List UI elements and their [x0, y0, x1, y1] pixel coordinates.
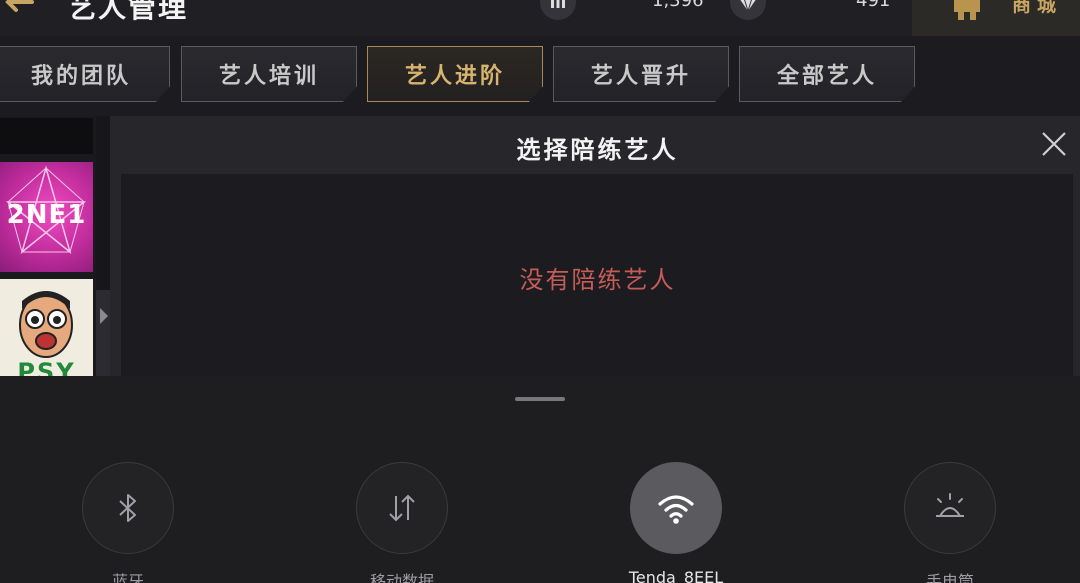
artist-thumbnail-psy[interactable]: PSY — [0, 279, 93, 376]
bluetooth-toggle[interactable] — [82, 462, 174, 554]
tab-artist-training[interactable]: 艺人培训 — [181, 46, 357, 102]
close-icon[interactable] — [1040, 130, 1068, 158]
shop-button[interactable]: 商城 — [912, 0, 1080, 36]
tab-my-team[interactable]: 我的团队 — [0, 46, 170, 102]
artist-list-header — [0, 118, 93, 154]
tab-label: 全部艺人 — [776, 64, 877, 89]
bluetooth-label: 蓝牙 — [111, 572, 144, 583]
back-arrow-icon[interactable] — [0, 0, 40, 22]
mobile-data-icon — [389, 494, 415, 522]
tab-artist-advance[interactable]: 艺人进阶 — [367, 46, 543, 102]
control-center-panel: 蓝牙 移动数据 Tenda_8EEL 手电筒 — [0, 376, 1080, 583]
tab-bar: 我的团队 艺人培训 艺人进阶 艺人晋升 全部艺人 — [0, 36, 1080, 116]
dialog-title: 选择陪练艺人 — [516, 136, 679, 164]
tab-label: 艺人晋升 — [590, 64, 691, 89]
collapse-arrow-icon[interactable] — [100, 308, 108, 324]
tab-artist-promotion[interactable]: 艺人晋升 — [553, 46, 729, 102]
wifi-toggle[interactable] — [630, 462, 722, 554]
cash-icon — [540, 0, 576, 20]
list-scroll-handle[interactable] — [96, 290, 110, 376]
tab-label: 艺人进阶 — [404, 64, 505, 89]
empty-state-message: 没有陪练艺人 — [519, 266, 676, 294]
diamond-icon — [730, 0, 766, 20]
page-title: 艺人管理 — [68, 0, 189, 24]
artist-logo-text: 2NE1 — [6, 200, 87, 230]
shop-icon — [944, 0, 992, 24]
artist-logo-text: PSY — [17, 358, 76, 376]
wifi-label: Tenda_8EEL — [628, 568, 724, 583]
flashlight-icon — [936, 493, 964, 517]
shop-label: 商城 — [1012, 0, 1063, 16]
artist-thumbnail-2ne1[interactable]: 2NE1 — [0, 162, 93, 272]
mobile-data-toggle[interactable] — [356, 462, 448, 554]
tab-all-artists[interactable]: 全部艺人 — [739, 46, 915, 102]
top-bar: 艺人管理 1,396 491 商城 — [0, 0, 1080, 36]
select-sparring-artist-dialog: 选择陪练艺人 没有陪练艺人 — [110, 116, 1080, 376]
flashlight-toggle[interactable] — [904, 462, 996, 554]
bluetooth-icon — [119, 494, 136, 522]
tab-label: 我的团队 — [30, 64, 131, 89]
diamond-value: 491 — [856, 0, 891, 11]
cash-value: 1,396 — [652, 0, 704, 11]
wifi-icon — [658, 495, 694, 524]
mobile-data-label: 移动数据 — [369, 572, 434, 583]
flashlight-label: 手电筒 — [925, 572, 974, 583]
drag-handle[interactable] — [515, 397, 565, 401]
tab-label: 艺人培训 — [218, 64, 319, 89]
